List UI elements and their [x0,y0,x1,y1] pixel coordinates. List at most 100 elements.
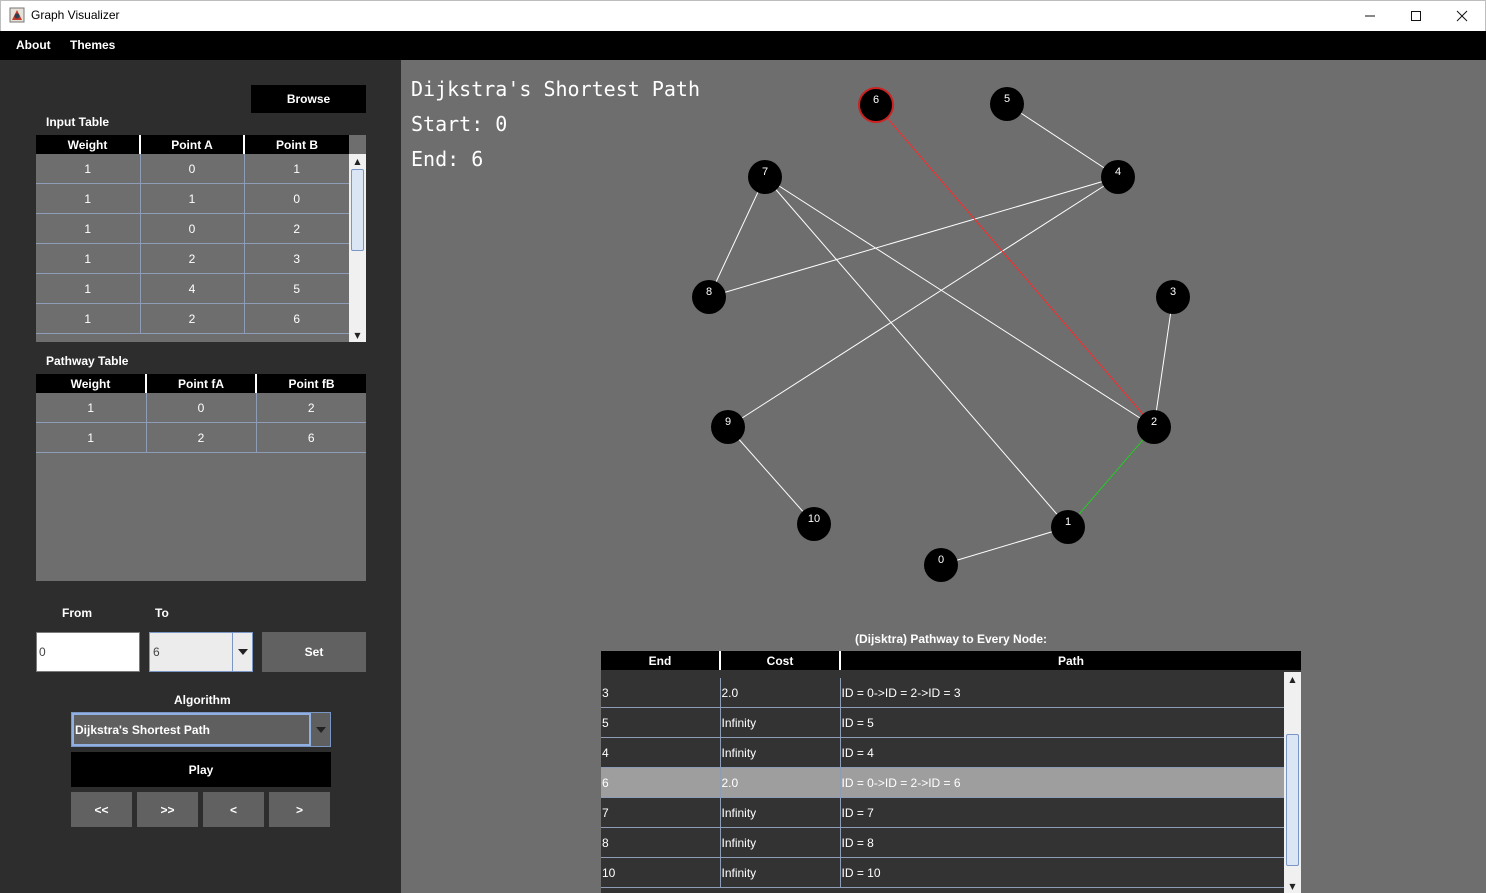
maximize-button[interactable] [1393,0,1439,31]
table-cell[interactable]: 5 [601,707,721,738]
table-cell[interactable]: 0 [140,213,245,244]
graph-node-2[interactable]: 2 [1137,410,1171,444]
graph-node-1[interactable]: 1 [1051,510,1085,544]
prev-step-button[interactable]: < [203,792,264,827]
table-cell[interactable]: ID = 10 [840,857,1284,888]
browse-button[interactable]: Browse [251,85,366,113]
table-cell[interactable]: ID = 0->ID = 2->ID = 3 [840,678,1284,708]
to-select[interactable]: 6 [149,632,253,672]
table-row[interactable]: 126 [36,422,366,453]
column-header-point-a[interactable]: Point A [140,135,245,154]
table-row[interactable]: 5 Infinity ID = 5 [601,707,1284,738]
table-row[interactable]: 10 Infinity ID = 10 [601,857,1284,888]
table-cell[interactable]: Infinity [720,797,841,828]
table-cell[interactable]: Infinity [720,737,841,768]
table-cell[interactable]: 2 [146,422,257,453]
table-row[interactable]: 123 [36,243,349,274]
table-cell[interactable]: 4 [140,273,245,304]
table-cell[interactable]: 3 [244,243,349,274]
chevron-down-icon[interactable] [312,713,330,746]
table-cell[interactable]: 4 [601,737,721,768]
table-cell[interactable]: 2.0 [720,678,841,708]
last-step-button[interactable]: >> [137,792,198,827]
graph-node-8[interactable]: 8 [692,280,726,314]
table-cell[interactable]: 6 [244,303,349,334]
table-row[interactable]: 102 [36,393,366,423]
graph-node-4[interactable]: 4 [1101,160,1135,194]
table-cell[interactable]: 6 [601,767,721,798]
scroll-up-icon[interactable]: ▲ [1284,672,1301,686]
scroll-thumb[interactable] [351,169,364,251]
table-cell[interactable]: Infinity [720,857,841,888]
set-button[interactable]: Set [262,632,366,672]
table-cell[interactable]: 6 [256,422,366,453]
table-row[interactable]: 101 [36,154,349,184]
table-cell[interactable]: ID = 8 [840,827,1284,858]
table-cell[interactable]: ID = 5 [840,707,1284,738]
table-cell[interactable]: 2.0 [720,767,841,798]
table-cell[interactable]: 1 [36,183,141,214]
table-cell[interactable]: 1 [36,273,141,304]
table-cell[interactable]: 10 [601,857,721,888]
scroll-thumb[interactable] [1286,734,1299,866]
table-cell[interactable]: 0 [244,183,349,214]
graph-node-6[interactable]: 6 [858,87,894,123]
table-cell[interactable]: 2 [256,393,366,423]
graph-node-9[interactable]: 9 [711,410,745,444]
graph-node-5[interactable]: 5 [990,87,1024,121]
table-cell[interactable]: 7 [601,797,721,828]
column-header-weight[interactable]: Weight [36,374,147,393]
table-cell[interactable]: 8 [601,827,721,858]
table-row[interactable]: 126 [36,303,349,334]
table-cell[interactable]: 1 [36,422,147,453]
table-cell[interactable]: 0 [140,154,245,184]
table-cell[interactable]: ID = 0->ID = 2->ID = 6 [840,767,1284,798]
table-cell[interactable]: 5 [244,273,349,304]
table-cell[interactable]: Infinity [720,707,841,738]
table-row[interactable]: 7 Infinity ID = 7 [601,797,1284,828]
table-cell[interactable]: 1 [36,393,147,423]
next-step-button[interactable]: > [269,792,330,827]
table-row[interactable]: 3 2.0 ID = 0->ID = 2->ID = 3 [601,678,1284,708]
table-cell[interactable]: 1 [36,154,141,184]
column-header-path[interactable]: Path [840,651,1301,670]
algorithm-select[interactable]: Dijkstra's Shortest Path [71,712,331,747]
table-cell[interactable]: 1 [36,303,141,334]
table-cell[interactable]: 1 [36,243,141,274]
scroll-down-icon[interactable]: ▼ [1284,879,1301,893]
column-header-point-fa[interactable]: Point fA [146,374,257,393]
table-cell[interactable]: 1 [244,154,349,184]
scroll-up-icon[interactable]: ▲ [349,154,366,168]
from-input[interactable]: 0 [36,632,140,672]
table-cell[interactable]: 2 [140,243,245,274]
table-row-selected[interactable]: 6 2.0 ID = 0->ID = 2->ID = 6 [601,767,1284,798]
column-header-point-fb[interactable]: Point fB [256,374,366,393]
results-scrollbar[interactable]: ▲ ▼ [1284,672,1301,893]
table-row[interactable]: 145 [36,273,349,304]
table-cell[interactable]: ID = 4 [840,737,1284,768]
table-cell[interactable]: 1 [140,183,245,214]
play-button[interactable]: Play [71,752,331,787]
table-cell[interactable]: ID = 7 [840,797,1284,828]
table-cell[interactable]: 3 [601,678,721,708]
table-row[interactable]: 110 [36,183,349,214]
table-cell[interactable]: 1 [36,213,141,244]
table-row[interactable]: 102 [36,213,349,244]
table-cell[interactable]: 0 [146,393,257,423]
chevron-down-icon[interactable] [232,633,252,671]
graph-node-10[interactable]: 10 [797,507,831,541]
graph-node-7[interactable]: 7 [748,160,782,194]
graph-node-0[interactable]: 0 [924,548,958,582]
column-header-weight[interactable]: Weight [36,135,141,154]
table-cell[interactable]: 2 [244,213,349,244]
table-row[interactable]: 4 Infinity ID = 4 [601,737,1284,768]
table-cell[interactable]: 2 [140,303,245,334]
input-table-scrollbar[interactable]: ▲ ▼ [349,154,366,342]
table-cell[interactable]: Infinity [720,827,841,858]
close-button[interactable] [1439,0,1485,31]
column-header-end[interactable]: End [601,651,721,670]
table-row[interactable]: 8 Infinity ID = 8 [601,827,1284,858]
minimize-button[interactable] [1347,0,1393,31]
scroll-down-icon[interactable]: ▼ [349,328,366,342]
menu-themes[interactable]: Themes [70,38,115,52]
